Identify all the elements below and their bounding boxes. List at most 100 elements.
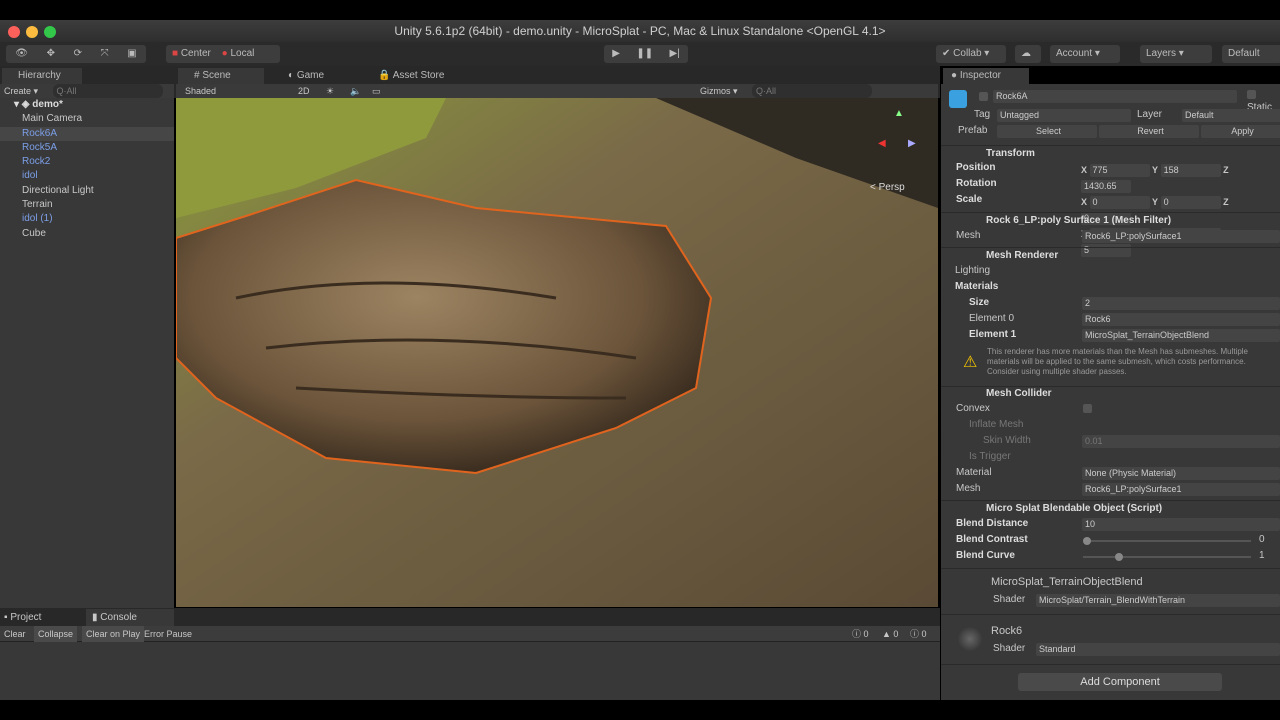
hierarchy-item[interactable]: idol (1) [0, 212, 174, 226]
perspective-label[interactable]: < Persp [870, 182, 905, 193]
step-button[interactable]: ▶| [669, 45, 679, 63]
2d-toggle[interactable]: 2D [298, 84, 310, 98]
minimize-button[interactable] [26, 26, 38, 38]
error-count[interactable]: ⓘ 0 [910, 626, 927, 642]
scale-label: Scale [956, 194, 983, 205]
tab-game[interactable]: ◐ Game [272, 68, 324, 84]
position-x[interactable]: 775 [1089, 164, 1150, 177]
scale-tool-icon[interactable]: ⤧ [101, 45, 109, 63]
layer-dropdown[interactable]: Default [1182, 109, 1280, 122]
audio-toggle-icon[interactable]: 🔈 [350, 84, 361, 98]
warning-count[interactable]: ▲ 0 [882, 626, 898, 642]
size-field[interactable]: 2 [1082, 297, 1280, 310]
tab-inspector[interactable]: ● Inspector [943, 68, 1029, 84]
hierarchy-item[interactable]: Cube [0, 227, 174, 241]
tag-dropdown[interactable]: Untagged [997, 109, 1131, 122]
tab-project[interactable]: ▪ Project [4, 612, 41, 623]
element0-field[interactable]: Rock6 [1082, 313, 1280, 326]
skin-width-label: Skin Width [983, 435, 1031, 446]
mesh-field[interactable]: Rock6_LP:polySurface1 [1082, 230, 1280, 243]
position-z[interactable]: 1430.65 [1081, 180, 1131, 193]
material1-shader-dropdown[interactable]: MicroSplat/Terrain_BlendWithTerrain [1036, 594, 1280, 607]
rotation-x[interactable]: 0 [1089, 196, 1150, 209]
pause-button[interactable]: ❚❚ [636, 45, 653, 63]
add-component-button[interactable]: Add Component [1018, 673, 1222, 691]
physic-material-field[interactable]: None (Physic Material) [1082, 467, 1280, 480]
blend-distance-field[interactable]: 10 [1082, 518, 1280, 531]
size-label: Size [969, 297, 990, 308]
scene-gizmo[interactable]: ▲ ◀ ▶ [868, 108, 928, 168]
collider-mesh-field[interactable]: Rock6_LP:polySurface1 [1082, 483, 1280, 496]
mesh-renderer-header[interactable]: Mesh Renderer [986, 250, 1058, 261]
convex-checkbox[interactable] [1083, 404, 1092, 413]
blend-contrast-slider[interactable] [1083, 537, 1251, 545]
position-y[interactable]: 158 [1160, 164, 1221, 177]
effects-toggle-icon[interactable]: ▭ [372, 84, 381, 98]
hierarchy-item[interactable]: idol [0, 169, 174, 183]
hierarchy-item[interactable]: Terrain [0, 198, 174, 212]
script-header[interactable]: Micro Splat Blendable Object (Script) [986, 503, 1162, 514]
rotation-y[interactable]: 0 [1160, 196, 1221, 209]
clear-on-play-button[interactable]: Clear on Play [82, 626, 145, 642]
collider-mesh-label: Mesh [956, 483, 981, 494]
rotate-tool-icon[interactable]: ⟳ [74, 45, 82, 63]
prefab-select-button[interactable]: Select [997, 125, 1097, 138]
scene-root[interactable]: ▾ ◈ demo* [0, 98, 174, 112]
hierarchy-item[interactable]: Directional Light [0, 184, 174, 198]
hierarchy-item[interactable]: Rock6A [0, 126, 174, 141]
blend-contrast-value[interactable]: 0 [1259, 534, 1265, 545]
console-panel: ▪ Project ▮ Console Clear Collapse Clear… [0, 608, 940, 700]
prefab-revert-button[interactable]: Revert [1099, 125, 1199, 138]
tab-console[interactable]: ▮ Console [86, 609, 174, 626]
layout-dropdown[interactable]: Default [1222, 45, 1280, 63]
collapse-button[interactable]: Collapse [34, 626, 78, 642]
log-count[interactable]: ⓘ 0 [852, 626, 869, 642]
move-tool-icon[interactable]: ✥ [47, 45, 55, 63]
close-button[interactable] [8, 26, 20, 38]
collab-dropdown[interactable]: ✔ Collab ▾ [936, 45, 1006, 63]
play-button[interactable]: ▶ [612, 45, 620, 63]
gizmos-dropdown[interactable]: Gizmos ▾ [700, 84, 738, 98]
skin-width-field[interactable]: 0.01 [1082, 435, 1280, 448]
active-checkbox[interactable] [979, 92, 988, 101]
hierarchy-item[interactable]: Rock2 [0, 155, 174, 169]
zoom-button[interactable] [44, 26, 56, 38]
tab-asset-store[interactable]: 🔒 Asset Store [362, 68, 444, 84]
element1-field[interactable]: MicroSplat_TerrainObjectBlend [1082, 329, 1280, 342]
mesh-collider-header[interactable]: Mesh Collider [986, 388, 1052, 399]
lighting-toggle-icon[interactable]: ☀ [326, 84, 334, 98]
account-dropdown[interactable]: Account ▾ [1050, 45, 1120, 63]
pivot-local-button[interactable]: ● Local [222, 48, 255, 59]
prefab-apply-button[interactable]: Apply [1201, 125, 1280, 138]
clear-button[interactable]: Clear [4, 626, 26, 642]
object-name-field[interactable]: Rock6A [993, 90, 1237, 103]
scene-viewport[interactable]: ▲ ◀ ▶ < Persp [176, 98, 938, 607]
hierarchy-search[interactable]: Q·All [52, 84, 163, 98]
create-dropdown[interactable]: Create [4, 86, 31, 96]
layers-dropdown[interactable]: Layers ▾ [1140, 45, 1212, 63]
hierarchy-item[interactable]: Main Camera [0, 112, 174, 126]
pivot-center-button[interactable]: ■ Center [172, 48, 211, 59]
error-pause-button[interactable]: Error Pause [144, 626, 192, 642]
rect-tool-icon[interactable]: ▣ [127, 45, 136, 63]
mesh-label: Mesh [956, 230, 981, 241]
tab-scene[interactable]: # Scene [178, 68, 264, 84]
lighting-foldout[interactable]: Lighting [955, 264, 990, 278]
scene-search[interactable]: Q·All [752, 84, 872, 98]
blend-curve-slider[interactable] [1083, 553, 1251, 561]
hand-tool-icon[interactable]: 👁 [15, 45, 28, 63]
mesh-filter-header[interactable]: Rock 6_LP:poly Surface 1 (Mesh Filter) [986, 215, 1171, 226]
material2-shader-dropdown[interactable]: Standard [1036, 643, 1280, 656]
transform-header[interactable]: Transform [986, 148, 1035, 159]
blend-contrast-label: Blend Contrast [956, 534, 1028, 545]
hierarchy-item[interactable]: Rock5A [0, 141, 174, 155]
material-preview-icon [957, 626, 983, 652]
scale-z[interactable]: 5 [1081, 244, 1131, 257]
physic-material-label: Material [956, 467, 992, 478]
materials-foldout[interactable]: Materials [955, 280, 998, 294]
tab-hierarchy[interactable]: Hierarchy [2, 68, 82, 84]
shading-mode-dropdown[interactable]: Shaded [185, 84, 216, 98]
blend-curve-value[interactable]: 1 [1259, 550, 1265, 561]
cloud-button[interactable]: ☁ [1015, 45, 1041, 63]
gameobject-cube-icon [949, 90, 967, 108]
